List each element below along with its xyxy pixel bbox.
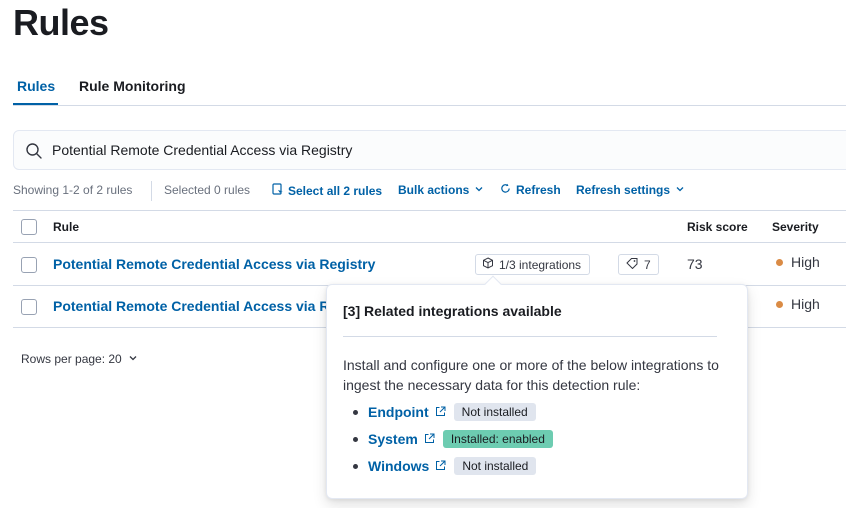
status-badge: Not installed <box>453 403 536 421</box>
severity-label: High <box>791 296 820 312</box>
bullet <box>353 463 358 469</box>
rows-per-page-button[interactable]: Rows per page: 20 <box>21 352 138 366</box>
integration-link-windows[interactable]: Windows <box>368 458 429 474</box>
bullet <box>353 436 358 442</box>
package-icon <box>482 257 494 272</box>
integrations-count: 1/3 integrations <box>499 257 582 272</box>
status-badge: Not installed <box>454 457 537 475</box>
list-item: Endpoint Not installed <box>353 403 536 421</box>
tags-badge[interactable]: 7 <box>618 254 659 275</box>
rows-per-page-label: Rows per page: 20 <box>21 352 122 366</box>
refresh-settings-label: Refresh settings <box>576 183 671 197</box>
severity-dot-icon <box>776 258 783 266</box>
severity-label: High <box>791 254 820 270</box>
chevron-down-icon <box>675 183 685 197</box>
selected-count: Selected 0 rules <box>164 183 251 197</box>
select-all-button[interactable]: Select all 2 rules <box>272 183 382 199</box>
related-integrations-popover: [3] Related integrations available Insta… <box>326 275 748 499</box>
external-link-icon[interactable] <box>424 431 435 447</box>
integrations-badge[interactable]: 1/3 integrations <box>475 254 591 275</box>
tab-rules[interactable]: Rules <box>17 78 55 94</box>
tab-rule-monitoring[interactable]: Rule Monitoring <box>79 78 186 94</box>
search-input[interactable] <box>52 131 832 169</box>
external-link-icon[interactable] <box>435 404 446 420</box>
rule-name-link[interactable]: Potential Remote Credential Access via R… <box>53 256 375 272</box>
table-header: Rule Risk score Severity <box>13 210 846 243</box>
bulk-actions-button[interactable]: Bulk actions <box>398 183 484 197</box>
bullet <box>353 409 358 415</box>
list-item: System Installed: enabled <box>353 430 553 448</box>
select-all-label: Select all 2 rules <box>288 184 383 198</box>
table-row: Potential Remote Credential Access via R… <box>13 243 846 286</box>
integration-link-endpoint[interactable]: Endpoint <box>368 404 429 420</box>
select-all-icon <box>272 183 284 199</box>
chevron-down-icon <box>128 352 138 366</box>
select-all-checkbox[interactable] <box>21 219 37 235</box>
popover-divider <box>343 336 717 337</box>
integration-link-system[interactable]: System <box>368 431 418 447</box>
severity-value: High <box>776 296 820 312</box>
refresh-settings-button[interactable]: Refresh settings <box>576 183 685 197</box>
column-risk-score[interactable]: Risk score <box>687 220 748 234</box>
page-title: Rules <box>13 2 109 43</box>
column-rule[interactable]: Rule <box>53 220 79 234</box>
column-severity[interactable]: Severity <box>772 220 819 234</box>
risk-score-value: 73 <box>687 256 703 272</box>
severity-value: High <box>776 254 820 270</box>
search-icon <box>25 142 43 165</box>
tag-icon <box>626 257 639 272</box>
refresh-icon <box>500 183 511 197</box>
refresh-label: Refresh <box>516 183 561 197</box>
bulk-actions-label: Bulk actions <box>398 183 470 197</box>
status-badge: Installed: enabled <box>442 430 553 448</box>
tags-count: 7 <box>644 257 651 272</box>
popover-title: [3] Related integrations available <box>343 303 562 319</box>
row-checkbox[interactable] <box>21 299 37 315</box>
row-checkbox[interactable] <box>21 257 37 273</box>
external-link-icon[interactable] <box>435 458 446 474</box>
tabs-bar: Rules Rule Monitoring <box>13 70 846 106</box>
popover-description: Install and configure one or more of the… <box>343 357 719 393</box>
list-item: Windows Not installed <box>353 457 537 475</box>
utility-divider <box>151 181 152 201</box>
refresh-button[interactable]: Refresh <box>500 183 561 197</box>
severity-dot-icon <box>776 300 783 308</box>
active-tab-indicator <box>13 103 58 105</box>
showing-count: Showing 1-2 of 2 rules <box>13 183 133 197</box>
chevron-down-icon <box>474 183 484 197</box>
search-bar <box>13 130 846 170</box>
